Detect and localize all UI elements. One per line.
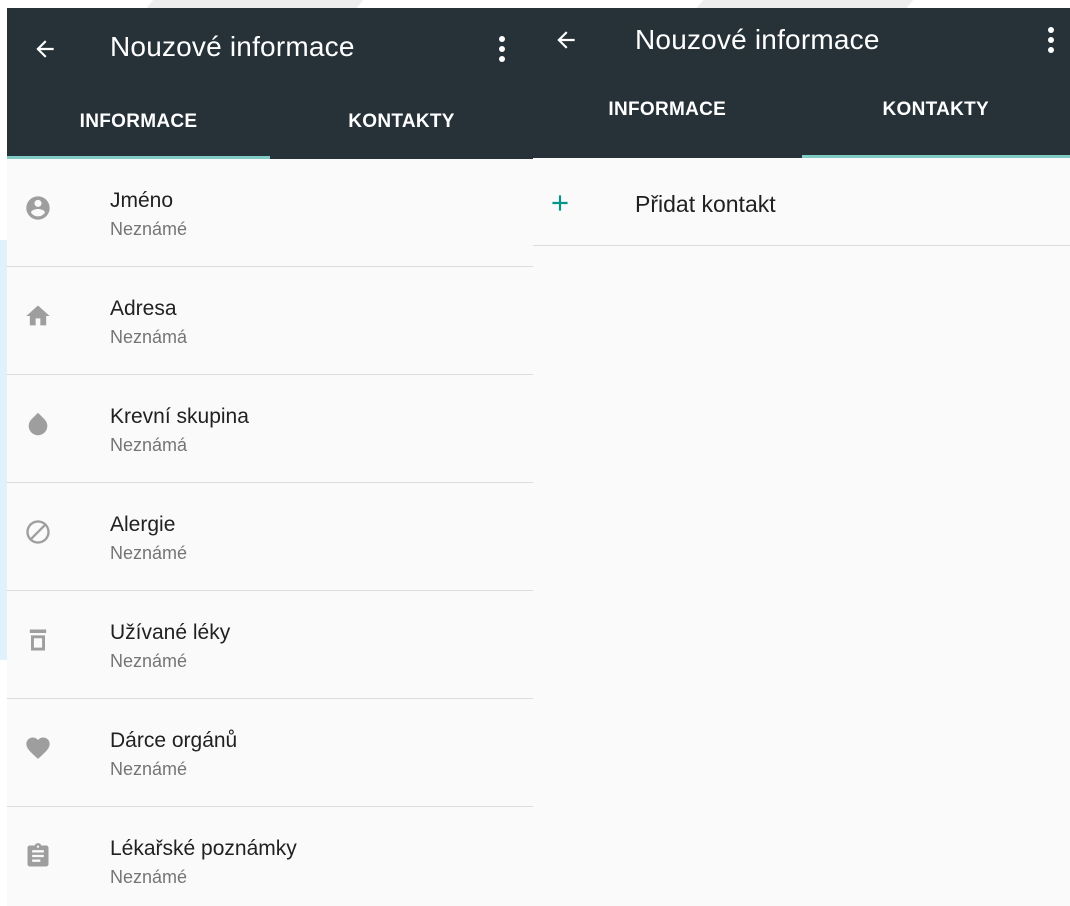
list-item-title: Jméno — [110, 189, 174, 212]
add-contact-button[interactable]: Přidat kontakt — [533, 158, 1070, 246]
list-item-value: Neznámé — [110, 759, 188, 779]
back-button[interactable] — [23, 27, 67, 71]
list-item-value: Neznámé — [110, 543, 188, 563]
emergency-info-screen-contacts-tab: Nouzové informace INFORMACE KONTAKTY Při… — [533, 8, 1070, 906]
list-item-organ-donor[interactable]: Dárce orgánů Neznámé — [7, 699, 533, 807]
list-item-blood-type[interactable]: Krevní skupina Neznámá — [7, 375, 533, 483]
pill-bottle-icon — [23, 625, 53, 655]
overflow-menu-button[interactable] — [1036, 18, 1066, 62]
tab-kontakty[interactable]: KONTAKTY — [270, 90, 533, 159]
app-bar: Nouzové informace INFORMACE KONTAKTY — [7, 8, 533, 159]
arrow-back-icon — [557, 31, 575, 49]
back-button[interactable] — [544, 18, 588, 62]
tab-kontakty[interactable]: KONTAKTY — [801, 76, 1070, 158]
person-icon — [23, 193, 53, 223]
list-item-title: Alergie — [110, 513, 176, 536]
list-item-medications[interactable]: Užívané léky Neznámé — [7, 591, 533, 699]
app-bar: Nouzové informace INFORMACE KONTAKTY — [533, 8, 1070, 158]
tab-bar: INFORMACE KONTAKTY — [533, 76, 1070, 158]
list-item-value: Neznámá — [110, 435, 188, 455]
emergency-info-screen-information-tab: Nouzové informace INFORMACE KONTAKTY Jmé… — [7, 8, 533, 906]
blood-drop-icon — [23, 409, 53, 439]
list-item-address[interactable]: Adresa Neznámá — [7, 267, 533, 375]
list-item-title: Adresa — [110, 297, 177, 320]
heart-icon — [23, 733, 53, 763]
overflow-menu-button[interactable] — [487, 27, 517, 71]
plus-icon — [547, 190, 573, 216]
page-title: Nouzové informace — [110, 31, 355, 62]
list-item-title: Užívané léky — [110, 621, 231, 644]
clipboard-icon — [23, 841, 53, 871]
list-item-medical-notes[interactable]: Lékařské poznámky Neznámé — [7, 807, 533, 906]
tab-informace[interactable]: INFORMACE — [7, 90, 270, 159]
background-decoration — [696, 0, 914, 8]
info-list: Jméno Neznámé Adresa Neznámá Krevní skup… — [7, 159, 533, 906]
list-item-title: Dárce orgánů — [110, 729, 238, 752]
toolbar: Nouzové informace — [533, 8, 1070, 76]
more-vert-icon — [1048, 27, 1054, 53]
home-icon — [23, 301, 53, 331]
list-item-allergies[interactable]: Alergie Neznámé — [7, 483, 533, 591]
list-item-value: Neznámé — [110, 867, 188, 887]
list-item-name[interactable]: Jméno Neznámé — [7, 159, 533, 267]
list-item-title: Lékařské poznámky — [110, 837, 297, 860]
block-icon — [23, 517, 53, 547]
page-title: Nouzové informace — [635, 24, 880, 55]
toolbar: Nouzové informace — [7, 8, 533, 90]
list-item-value: Neznámé — [110, 651, 188, 671]
more-vert-icon — [499, 36, 505, 62]
list-item-value: Neznámé — [110, 219, 188, 239]
background-decoration — [146, 0, 364, 8]
tab-bar: INFORMACE KONTAKTY — [7, 90, 533, 159]
arrow-back-icon — [36, 40, 54, 58]
tab-informace[interactable]: INFORMACE — [533, 76, 802, 158]
add-contact-label: Přidat kontakt — [635, 191, 776, 217]
list-item-title: Krevní skupina — [110, 405, 249, 428]
list-item-value: Neznámá — [110, 327, 188, 347]
